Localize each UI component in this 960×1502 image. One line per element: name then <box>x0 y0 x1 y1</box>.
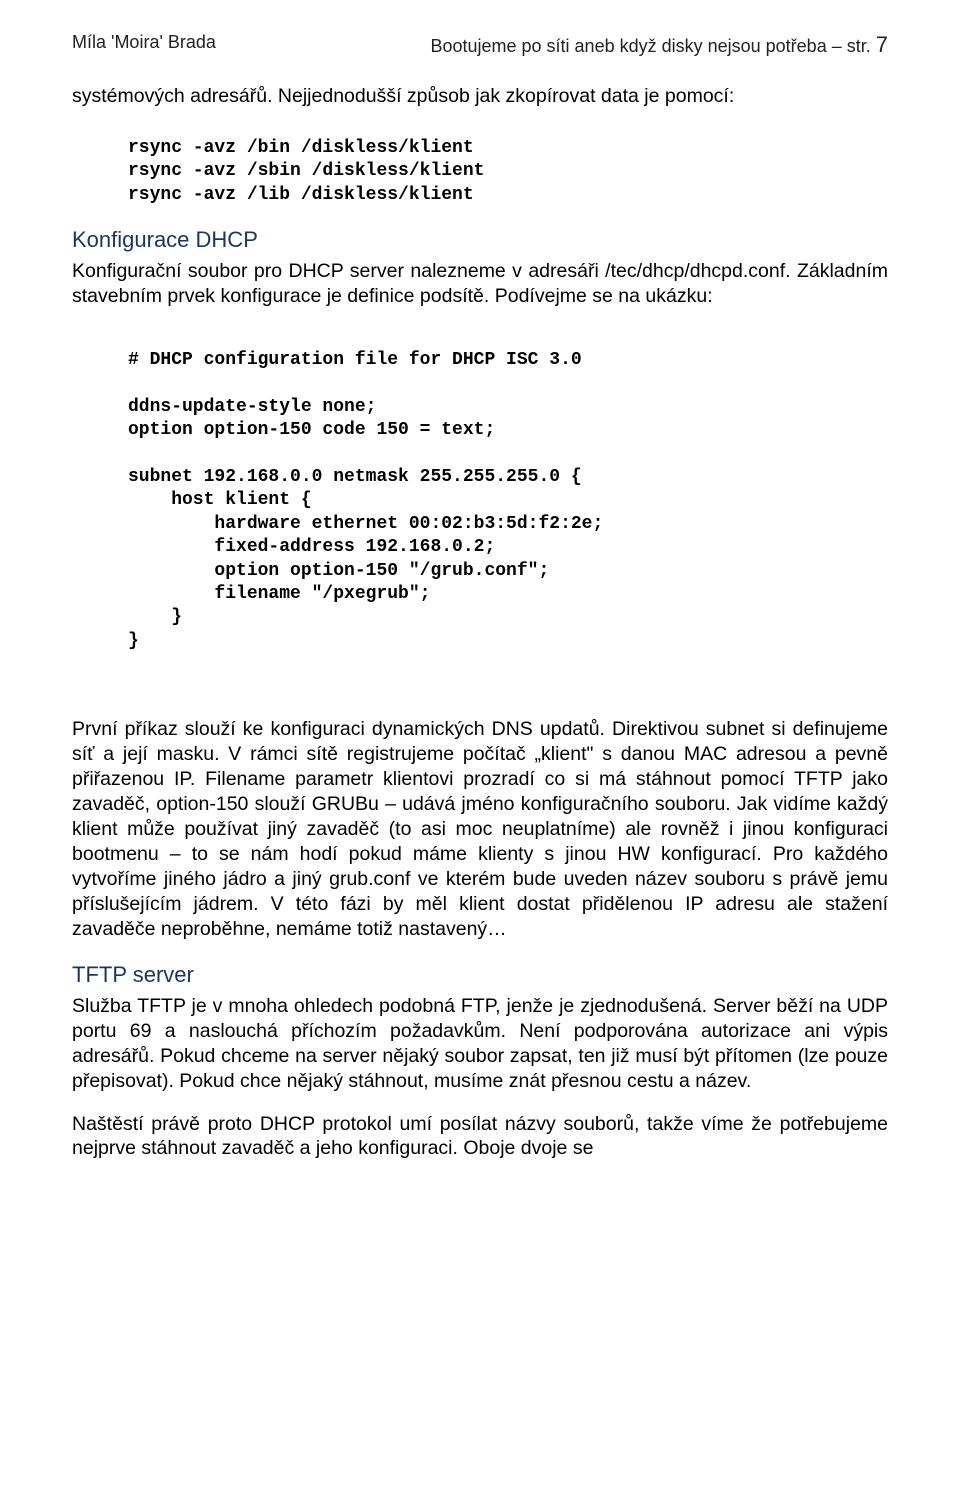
page-header: Míla 'Moira' Brada Bootujeme po síti ane… <box>72 32 888 58</box>
code-block-dhcp-conf: # DHCP configuration file for DHCP ISC 3… <box>128 349 888 653</box>
paragraph-intro: systémových adresářů. Nejjednodušší způs… <box>72 84 888 109</box>
section-heading-dhcp: Konfigurace DHCP <box>72 227 888 253</box>
code-block-rsync: rsync -avz /bin /diskless/klient rsync -… <box>128 137 888 207</box>
section-heading-tftp: TFTP server <box>72 962 888 988</box>
document-page: Míla 'Moira' Brada Bootujeme po síti ane… <box>0 0 960 1502</box>
page-number: 7 <box>876 32 888 57</box>
paragraph-dhcp-intro: Konfigurační soubor pro DHCP server nale… <box>72 259 888 309</box>
header-title-text: Bootujeme po síti aneb když disky nejsou… <box>430 36 870 56</box>
paragraph-dhcp-explain: První příkaz slouží ke konfiguraci dynam… <box>72 717 888 942</box>
header-title: Bootujeme po síti aneb když disky nejsou… <box>430 32 888 58</box>
paragraph-tftp: Služba TFTP je v mnoha ohledech podobná … <box>72 994 888 1094</box>
paragraph-tftp-2: Naštěstí právě proto DHCP protokol umí p… <box>72 1112 888 1162</box>
header-author: Míla 'Moira' Brada <box>72 32 216 58</box>
